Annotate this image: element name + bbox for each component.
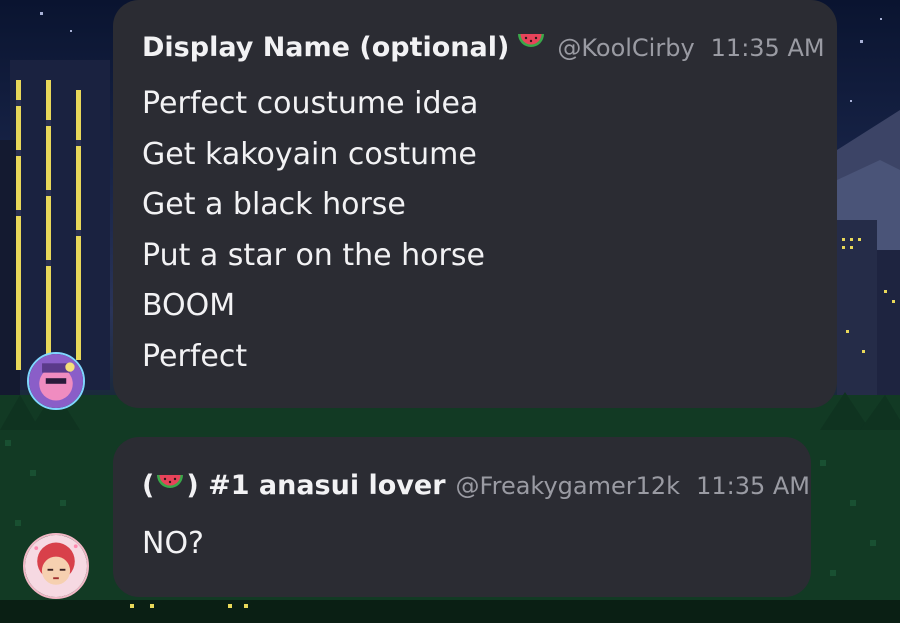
message-line: Put a star on the horse [142, 237, 485, 273]
message-content: NO? [142, 519, 781, 570]
message-bubble[interactable]: Display Name (optional) @KoolCirby 11:35… [113, 0, 837, 408]
timestamp: 11:35 AM [710, 34, 825, 62]
display-name-suffix: ) #1 anasui lover [186, 470, 446, 501]
chat-screen: Display Name (optional) @KoolCirby 11:35… [0, 0, 900, 623]
display-name-prefix: ( [142, 470, 155, 501]
message-header: ( ) #1 anasui lover @Freakygamer12k 11:3… [142, 470, 810, 501]
message-line: Get kakoyain costume [142, 136, 477, 172]
username-handle[interactable]: @KoolCirby [557, 34, 694, 62]
message-line: NO? [142, 526, 204, 561]
avatar-image [25, 535, 87, 597]
message-line: Perfect [142, 338, 248, 374]
watermelon-icon [155, 471, 185, 497]
message-content: Perfect coustume idea Get kakoyain costu… [142, 79, 807, 382]
timestamp: 11:35 AM [696, 472, 810, 500]
message-line: Get a black horse [142, 187, 406, 222]
message-line: Perfect coustume idea [142, 86, 479, 121]
avatar-image [29, 354, 83, 408]
username-handle[interactable]: @Freakygamer12k [456, 472, 681, 500]
display-name[interactable]: Display Name (optional) [142, 32, 509, 63]
message-header: Display Name (optional) @KoolCirby 11:35… [142, 30, 825, 63]
avatar-koolcirby[interactable] [27, 352, 85, 410]
avatar-freakygamer12k[interactable] [23, 533, 89, 599]
message-line: BOOM [142, 288, 236, 323]
watermelon-icon [516, 30, 546, 56]
message-bubble[interactable]: ( ) #1 anasui lover @Freakygamer12k 11:3… [113, 437, 811, 597]
display-name[interactable]: ( ) #1 anasui lover [142, 470, 446, 501]
